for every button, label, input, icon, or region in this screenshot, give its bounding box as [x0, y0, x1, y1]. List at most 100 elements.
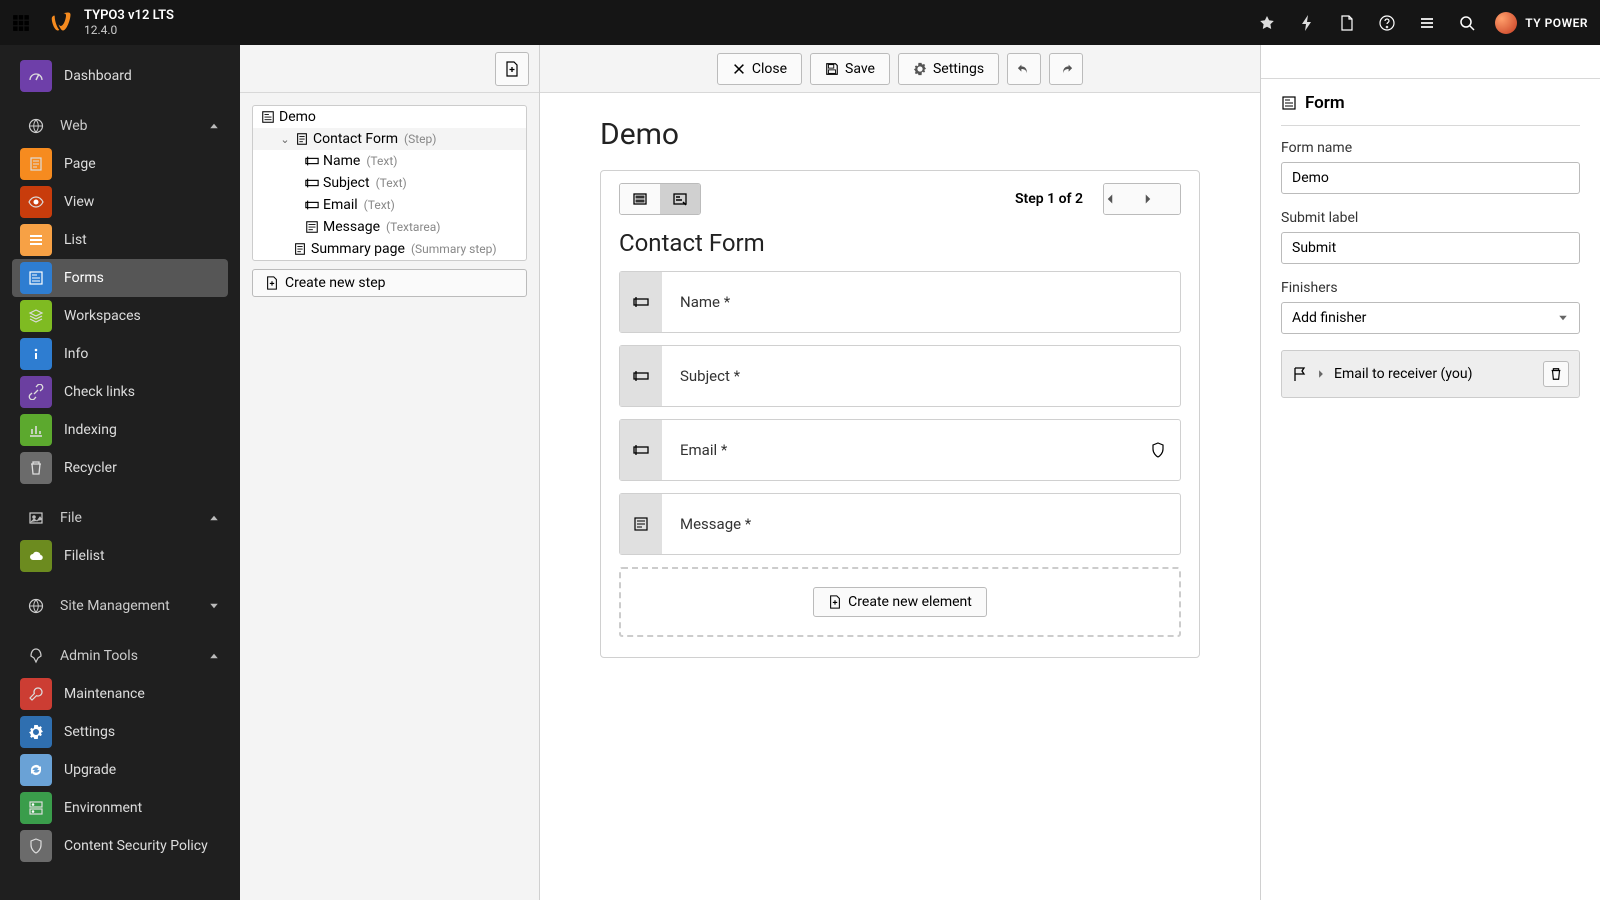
- search-icon[interactable]: [1447, 0, 1487, 45]
- add-finisher-select[interactable]: Add finisher: [1281, 302, 1580, 334]
- sidebar-item-filelist[interactable]: Filelist: [12, 537, 228, 575]
- finishers-label: Finishers: [1281, 280, 1580, 296]
- user-name: TY POWER: [1525, 16, 1588, 30]
- sidebar-item-csp[interactable]: Content Security Policy: [12, 827, 228, 865]
- form-heading: Demo: [600, 117, 1200, 152]
- new-element-dropzone[interactable]: Create new element: [619, 567, 1181, 637]
- tree-label: Subject: [323, 175, 370, 191]
- sidebar-section-site[interactable]: Site Management: [12, 587, 228, 625]
- sidebar-item-environment[interactable]: Environment: [12, 789, 228, 827]
- redo-button[interactable]: [1049, 53, 1083, 85]
- trash-icon: [1549, 367, 1563, 381]
- button-label: Create new element: [848, 594, 972, 610]
- finisher-item[interactable]: Email to receiver (you): [1281, 350, 1580, 398]
- sidebar-item-indexing[interactable]: Indexing: [12, 411, 228, 449]
- save-button[interactable]: Save: [810, 53, 890, 85]
- help-icon[interactable]: [1367, 0, 1407, 45]
- systeminfo-icon[interactable]: [1407, 0, 1447, 45]
- undo-button[interactable]: [1007, 53, 1041, 85]
- close-button[interactable]: Close: [717, 53, 802, 85]
- tree-field[interactable]: Subject(Text): [253, 172, 526, 194]
- info-icon: [20, 338, 52, 370]
- tree-type: (Summary step): [411, 242, 497, 256]
- step-title: Contact Form: [601, 221, 1199, 271]
- sidebar-item-recycler[interactable]: Recycler: [12, 449, 228, 487]
- dashboard-icon: [20, 60, 52, 92]
- user-menu[interactable]: TY POWER: [1487, 12, 1588, 34]
- wrench-icon: [20, 678, 52, 710]
- sidebar-item-workspaces[interactable]: Workspaces: [12, 297, 228, 335]
- new-icon: [265, 276, 279, 290]
- form-step-card: Step 1 of 2 Contact Form Name * Subjec: [600, 170, 1200, 658]
- drag-handle[interactable]: [620, 346, 662, 406]
- form-field-row[interactable]: Name *: [619, 271, 1181, 333]
- tree-field[interactable]: Email(Text): [253, 194, 526, 216]
- honeypot-badge: [1150, 442, 1180, 458]
- drag-handle[interactable]: [620, 420, 662, 480]
- input-icon: [305, 176, 319, 190]
- sidebar-section-file[interactable]: File: [12, 499, 228, 537]
- tree-field[interactable]: Message(Textarea): [253, 216, 526, 238]
- form-field-row[interactable]: Message *: [619, 493, 1181, 555]
- preview-view-button[interactable]: [660, 184, 700, 214]
- sidebar-item-page[interactable]: Page: [12, 145, 228, 183]
- sidebar-dashboard[interactable]: Dashboard: [12, 57, 228, 95]
- list-icon: [20, 224, 52, 256]
- select-placeholder: Add finisher: [1292, 310, 1366, 326]
- create-element-button[interactable]: Create new element: [813, 587, 987, 617]
- chevron-up-icon: [208, 120, 220, 132]
- sidebar-item-checklinks[interactable]: Check links: [12, 373, 228, 411]
- form-name-input[interactable]: [1281, 162, 1580, 194]
- sidebar-item-view[interactable]: View: [12, 183, 228, 221]
- sidebar-section-admin[interactable]: Admin Tools: [12, 637, 228, 675]
- sidebar-item-settings[interactable]: Settings: [12, 713, 228, 751]
- form-icon: [20, 262, 52, 294]
- avatar-icon: [1495, 12, 1517, 34]
- prev-step-button[interactable]: [1104, 184, 1142, 214]
- sidebar-label: Workspaces: [64, 308, 141, 324]
- sidebar-label: Check links: [64, 384, 135, 400]
- tree-step[interactable]: ⌄ Contact Form (Step): [253, 128, 526, 150]
- sidebar-item-info[interactable]: Info: [12, 335, 228, 373]
- tree-label: Summary page: [311, 241, 405, 257]
- sidebar-label: Recycler: [64, 460, 117, 476]
- page-icon: [293, 242, 307, 256]
- next-step-button[interactable]: [1142, 184, 1180, 214]
- abstract-view-icon: [632, 191, 648, 207]
- step-indicator: Step 1 of 2: [1015, 191, 1083, 207]
- form-field-row[interactable]: Email *: [619, 419, 1181, 481]
- abstract-view-button[interactable]: [620, 184, 660, 214]
- drag-handle[interactable]: [620, 494, 662, 554]
- tree-root[interactable]: Demo: [253, 106, 526, 128]
- apps-grid-icon[interactable]: [12, 14, 30, 32]
- sidebar-label: Filelist: [64, 548, 105, 564]
- tree-summary[interactable]: Summary page (Summary step): [253, 238, 526, 260]
- delete-finisher-button[interactable]: [1543, 361, 1569, 387]
- tree-type: (Textarea): [386, 220, 440, 234]
- sidebar-item-maintenance[interactable]: Maintenance: [12, 675, 228, 713]
- sidebar-item-forms[interactable]: Forms: [12, 259, 228, 297]
- open-docs-icon[interactable]: [1327, 0, 1367, 45]
- new-form-button[interactable]: [495, 52, 529, 86]
- link-icon: [20, 376, 52, 408]
- create-step-button[interactable]: Create new step: [252, 269, 527, 297]
- form-field-row[interactable]: Subject *: [619, 345, 1181, 407]
- sidebar-section-web[interactable]: Web: [12, 107, 228, 145]
- shield-icon: [20, 830, 52, 862]
- image-icon: [28, 510, 44, 526]
- sidebar-item-list[interactable]: List: [12, 221, 228, 259]
- tree-label: Demo: [279, 109, 316, 125]
- bookmark-icon[interactable]: [1247, 0, 1287, 45]
- sidebar-label: Forms: [64, 270, 104, 286]
- button-label: Create new step: [285, 275, 385, 291]
- settings-button[interactable]: Settings: [898, 53, 999, 85]
- drag-handle[interactable]: [620, 272, 662, 332]
- clear-cache-icon[interactable]: [1287, 0, 1327, 45]
- toggle-icon[interactable]: ⌄: [279, 133, 291, 146]
- sidebar-item-upgrade[interactable]: Upgrade: [12, 751, 228, 789]
- submit-label-input[interactable]: [1281, 232, 1580, 264]
- sidebar-label: List: [64, 232, 87, 248]
- shield-icon: [1150, 442, 1166, 458]
- tree-field[interactable]: Name(Text): [253, 150, 526, 172]
- inspector-title-text: Form: [1305, 93, 1345, 113]
